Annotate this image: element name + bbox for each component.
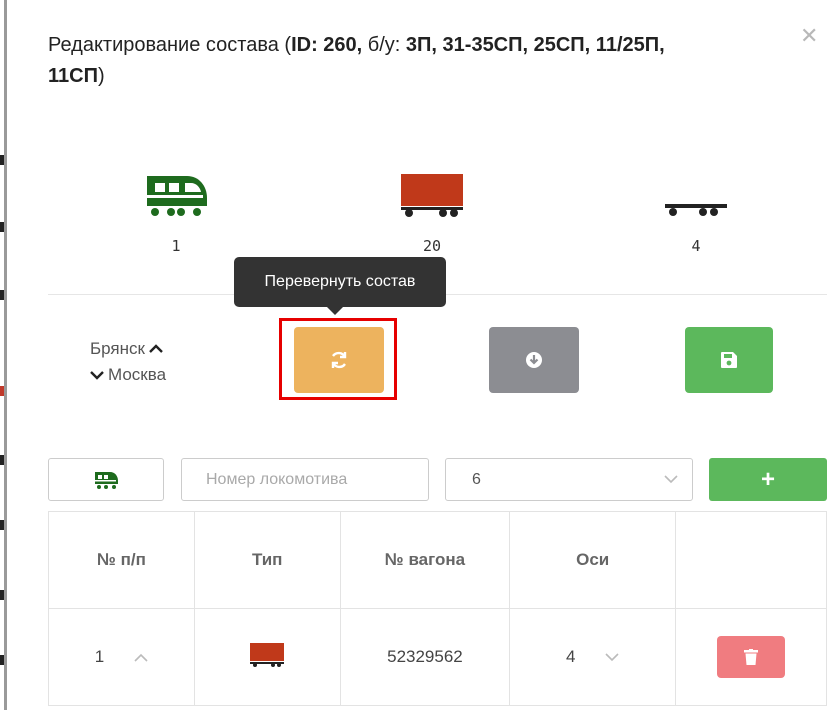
route: Брянск Москва (90, 336, 166, 388)
locomotive-type-button[interactable] (48, 458, 164, 501)
delete-button[interactable] (716, 636, 785, 678)
chevron-down-icon (605, 652, 619, 661)
title-bu: б/у: (367, 34, 401, 56)
left-edge-mark (0, 520, 4, 530)
title-suffix: ) (97, 65, 105, 87)
header-num[interactable]: № п/п (48, 511, 195, 609)
title-codes-2: 11СП (48, 65, 98, 87)
locomotive-counter: 1 (116, 172, 236, 255)
table-row: 1 52329562 4 (48, 608, 827, 706)
platform-count: 4 (691, 237, 701, 255)
cell-wagon-number: 52329562 (339, 608, 511, 706)
axles-select[interactable]: 6 (445, 458, 693, 501)
table-header-row: № п/п Тип № вагона Оси (48, 511, 827, 609)
wagon-table: № п/п Тип № вагона Оси 1 52329562 4 (48, 511, 827, 706)
axles-select-value: 6 (472, 470, 481, 488)
row-axles: 4 (565, 647, 576, 666)
platform-counter: 4 (636, 172, 756, 255)
title-id: ID: 260, (291, 34, 363, 56)
left-edge-mark (0, 386, 4, 396)
left-edge-background (0, 0, 8, 710)
cell-type (193, 608, 341, 706)
wagon-icon (250, 642, 285, 667)
wagon-count: 20 (422, 237, 442, 255)
title-prefix: Редактирование состава ( (48, 34, 292, 56)
chevron-down-icon (664, 475, 678, 484)
add-button[interactable]: + (709, 458, 827, 501)
locomotive-icon (95, 471, 118, 489)
left-edge-mark (0, 290, 4, 300)
row-number: 1 (94, 647, 105, 666)
left-edge-mark (0, 222, 4, 232)
header-type[interactable]: Тип (193, 511, 341, 609)
cell-axles[interactable]: 4 (509, 608, 676, 706)
locomotive-count: 1 (171, 237, 181, 255)
modal-title: Редактирование состава (ID: 260, б/у: 3П… (48, 30, 808, 92)
chevron-up-icon[interactable] (149, 344, 163, 354)
trash-icon (743, 649, 758, 665)
header-axles[interactable]: Оси (509, 511, 676, 609)
locomotive-number-input[interactable]: Номер локомотива (181, 458, 429, 501)
platform-icon (665, 204, 727, 216)
floppy-icon (721, 352, 737, 368)
refresh-icon (331, 351, 347, 369)
left-edge-mark (0, 155, 4, 165)
chevron-down-icon[interactable] (90, 370, 104, 380)
left-edge-mark (0, 590, 4, 600)
close-icon[interactable]: ✕ (800, 24, 818, 49)
title-codes: 3П, 31-35СП, 25СП, 11/25П, (405, 34, 665, 56)
locomotive-icon (147, 176, 207, 216)
reverse-train-button[interactable] (294, 327, 384, 393)
route-from-label: Брянск (90, 339, 145, 358)
tooltip: Перевернуть состав (234, 257, 446, 315)
cell-action (674, 608, 827, 706)
wagon-icon (401, 174, 463, 217)
header-action (674, 511, 827, 609)
left-edge-mark (0, 455, 4, 465)
save-button[interactable] (685, 327, 773, 393)
cell-num: 1 (48, 608, 195, 706)
wagon-counter: 20 (372, 172, 492, 255)
route-to: Москва (90, 362, 166, 388)
download-button[interactable] (489, 327, 579, 393)
header-wagon-number[interactable]: № вагона (339, 511, 511, 609)
left-edge-mark (0, 655, 4, 665)
route-to-label: Москва (108, 365, 167, 384)
chevron-up-icon[interactable] (134, 653, 148, 662)
route-from: Брянск (90, 336, 166, 362)
left-edge-bar (4, 0, 7, 710)
download-circle-icon (526, 352, 542, 368)
